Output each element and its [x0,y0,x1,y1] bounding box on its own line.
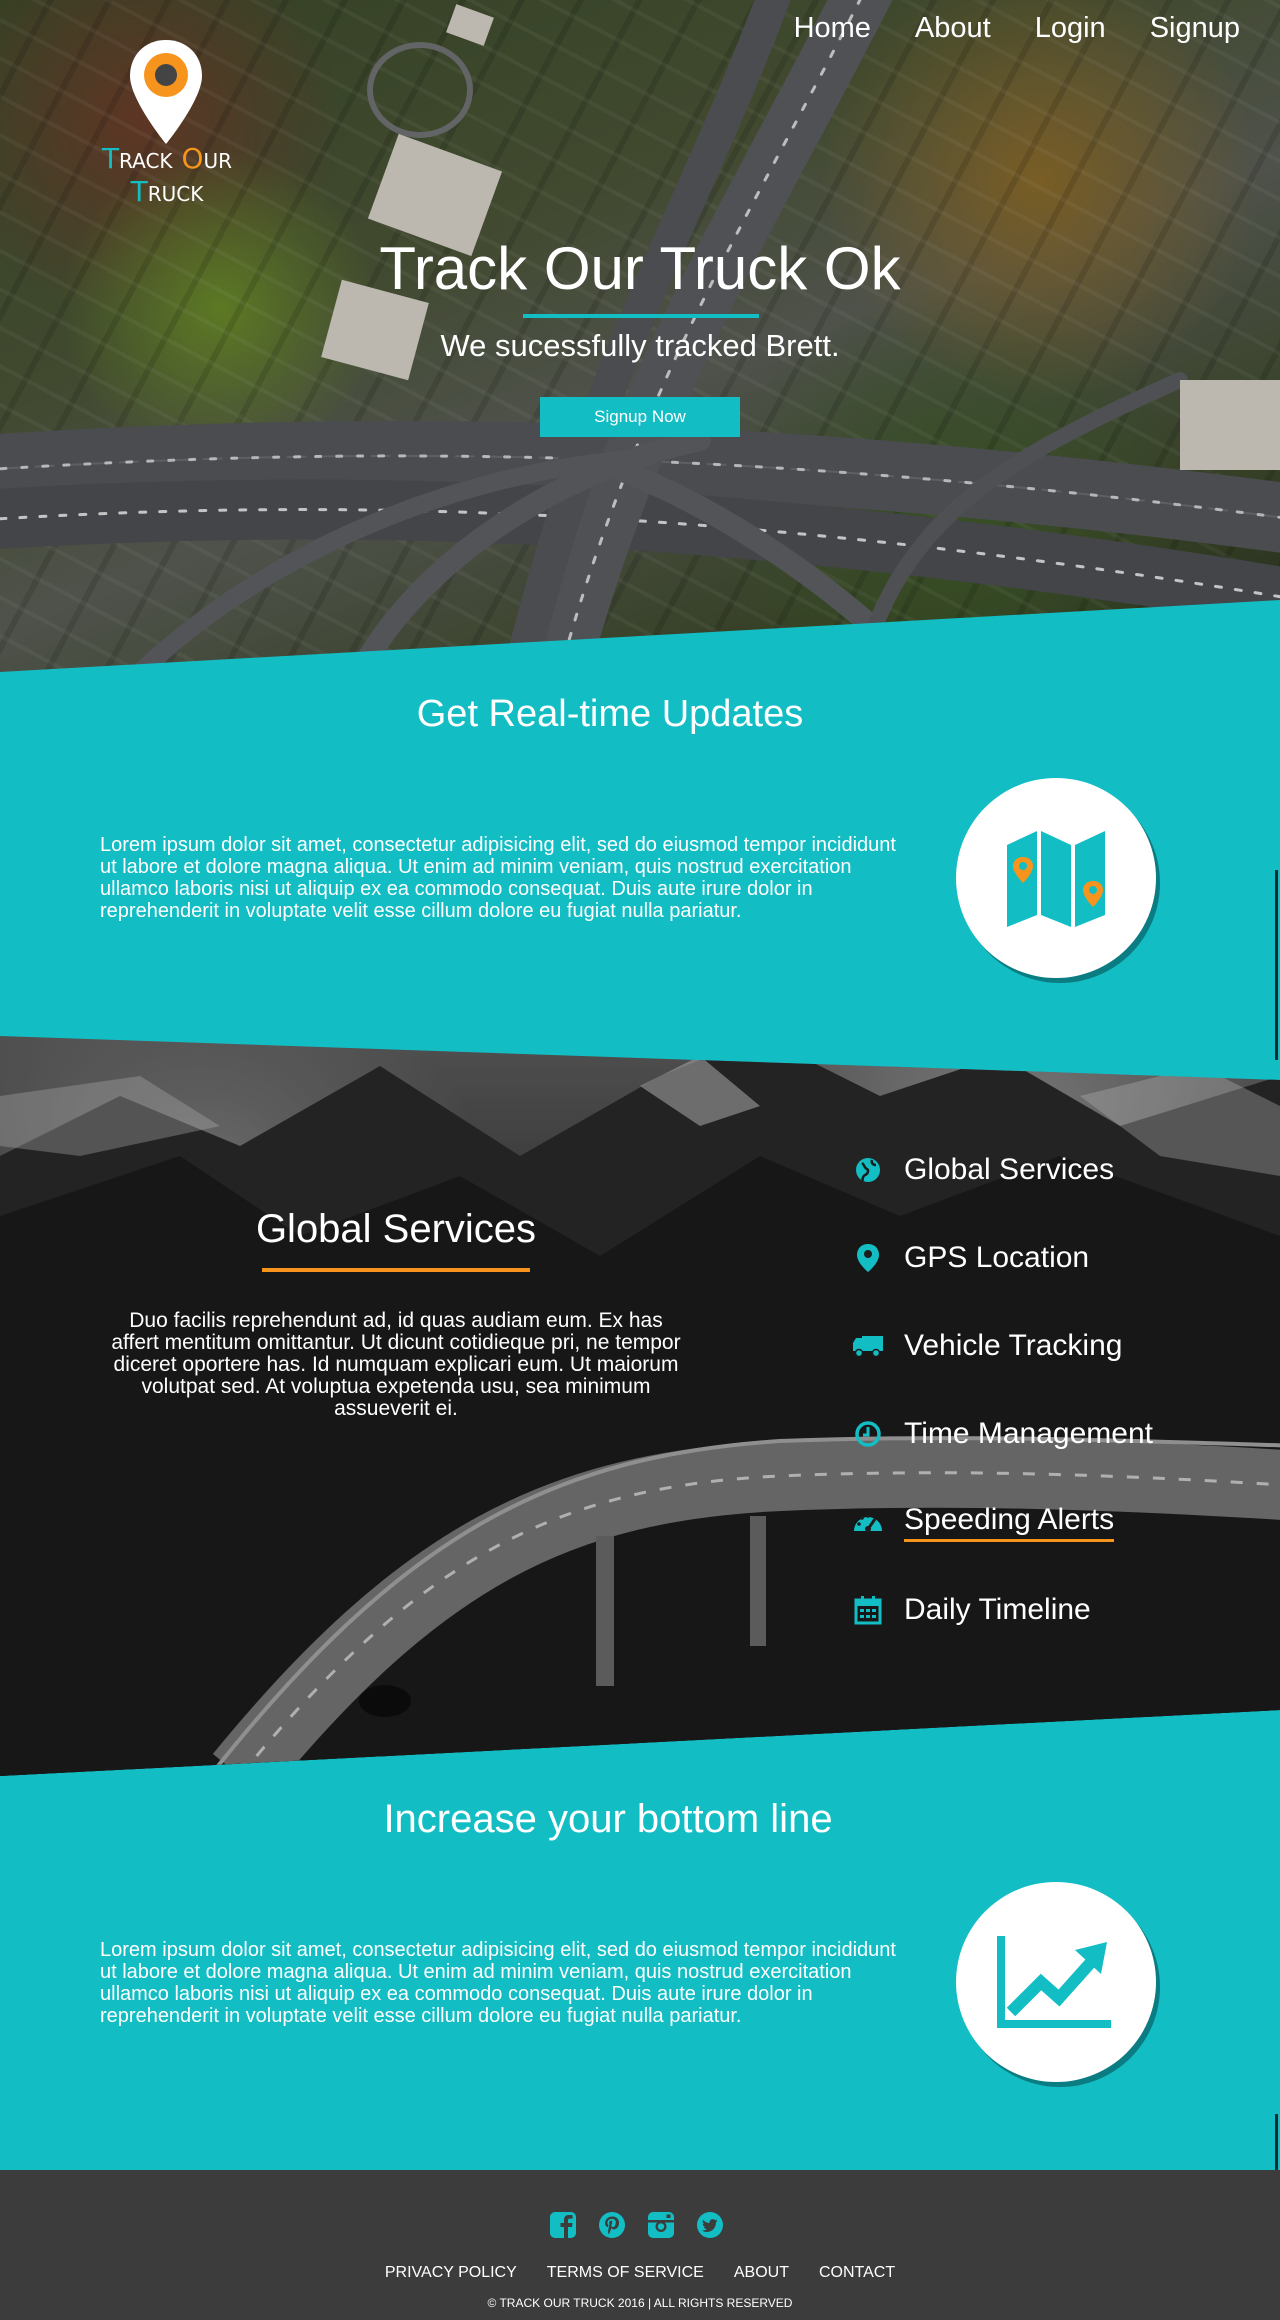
logo-word-2: Our [181,142,233,175]
truck-icon [852,1330,884,1362]
global-services-underline [262,1268,530,1272]
global-services-body: Duo facilis reprehendunt ad, id quas aud… [111,1309,681,1420]
footer-link-contact[interactable]: CONTACT [819,2264,895,2282]
feature-time-management[interactable]: Time Management [852,1414,1153,1454]
nav-login[interactable]: Login [1035,12,1106,45]
footer: PRIVACY POLICY TERMS OF SERVICE ABOUT CO… [0,2170,1280,2320]
footer-link-terms-of-service[interactable]: TERMS OF SERVICE [547,2264,704,2282]
feature-daily-timeline[interactable]: Daily Timeline [852,1590,1091,1630]
feature-global-services[interactable]: Global Services [852,1150,1114,1190]
footer-link-about[interactable]: ABOUT [734,2264,789,2282]
copyright-text: © TRACK OUR TRUCK 2016 | ALL RIGHTS RESE… [487,2296,793,2310]
globe-icon [852,1154,884,1186]
feature-gps-location[interactable]: GPS Location [852,1238,1089,1278]
logo-wordmark: Track Our Truck [62,142,272,208]
updates-body: Lorem ipsum dolor sit amet, consectetur … [100,834,896,922]
social-links [548,2210,724,2239]
feature-label: Time Management [904,1417,1153,1450]
speedometer-icon [852,1506,884,1538]
signup-now-button[interactable]: Signup Now [540,397,740,437]
facebook-icon[interactable] [548,2210,577,2239]
logo[interactable]: Track Our Truck [62,38,272,208]
bottom-line-body: Lorem ipsum dolor sit amet, consectetur … [100,1939,896,2027]
trending-up-chart-icon [997,1936,1111,2028]
logo-word-1: Track [101,142,182,175]
clock-icon [852,1418,884,1450]
feature-label: GPS Location [904,1241,1090,1274]
hero-section: Track Our Truck Home About Login Signup … [0,0,1280,672]
calendar-icon [852,1594,884,1626]
feature-label: Global Services [904,1153,1115,1186]
feature-label: Daily Timeline [904,1593,1091,1626]
bottom-line-icon-circle [956,1882,1156,2082]
pinterest-icon[interactable] [597,2210,626,2239]
nav-home[interactable]: Home [794,12,871,45]
map-marker-icon [852,1242,884,1274]
top-nav: Home About Login Signup [794,12,1240,45]
instagram-icon[interactable] [646,2210,675,2239]
updates-icon-circle [956,778,1156,978]
feature-speeding-alerts[interactable]: Speeding Alerts [852,1502,1115,1542]
footer-links: PRIVACY POLICY TERMS OF SERVICE ABOUT CO… [0,2264,1280,2282]
map-pin-logo-icon [130,40,202,144]
global-services-title: Global Services [255,1207,537,1251]
nav-signup[interactable]: Signup [1150,12,1240,45]
hero-title-underline [523,314,759,318]
hero-title: Track Our Truck Ok [379,235,901,302]
scrollbar-marker [1275,870,1278,1060]
logo-word-3: Truck [130,175,204,208]
nav-about[interactable]: About [915,12,991,45]
bottom-line-title: Increase your bottom line [383,1797,833,1841]
map-icon [1007,831,1105,927]
hero-subtitle: We sucessfully tracked Brett. [440,328,840,363]
twitter-icon[interactable] [695,2210,724,2239]
footer-link-privacy-policy[interactable]: PRIVACY POLICY [385,2264,517,2282]
feature-vehicle-tracking[interactable]: Vehicle Tracking [852,1326,1122,1366]
feature-label: Speeding Alerts [904,1503,1115,1542]
updates-title: Get Real-time Updates [416,693,804,735]
feature-label: Vehicle Tracking [904,1329,1123,1362]
scrollbar-marker [1275,2114,1278,2170]
